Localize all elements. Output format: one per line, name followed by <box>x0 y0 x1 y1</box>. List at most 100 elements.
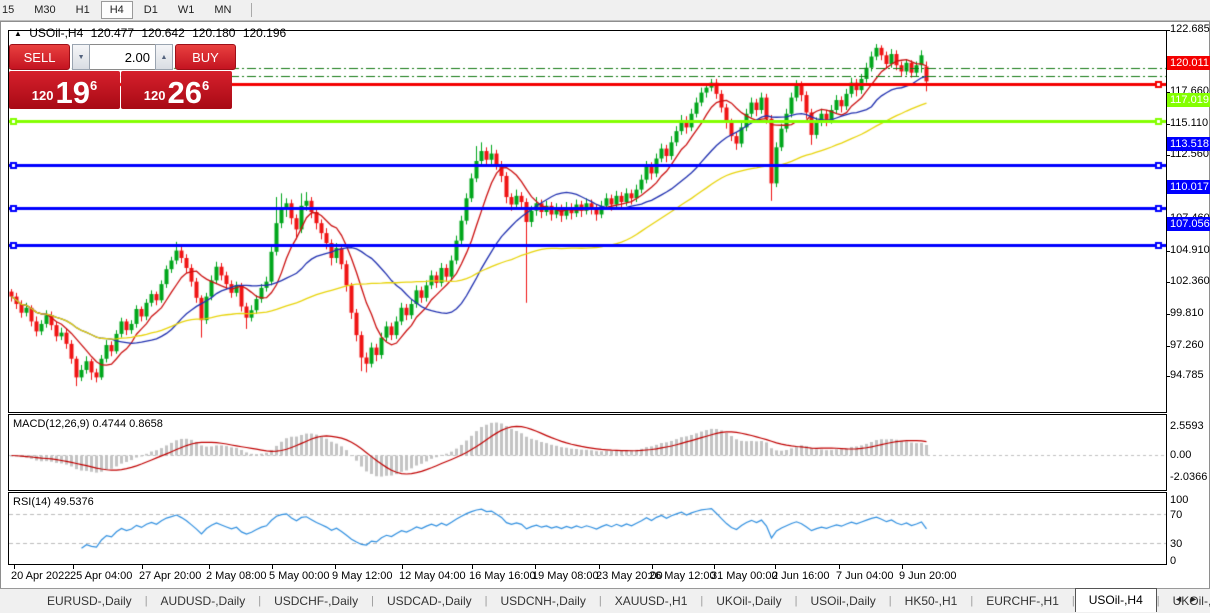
time-axis-label: 9 May 12:00 <box>332 570 393 582</box>
buy-price-box[interactable]: 120 26 6 <box>121 71 232 109</box>
rsi-panel <box>8 492 1167 565</box>
time-axis-label: 26 May 12:00 <box>649 570 716 582</box>
price-line-badge: 107.056 <box>1167 217 1210 231</box>
time-axis-label: 9 Jun 20:00 <box>899 570 957 582</box>
macd-label: MACD(12,26,9) 0.4744 0.8658 <box>13 418 163 430</box>
time-tick <box>652 565 653 569</box>
time-axis-label: 19 May 08:00 <box>532 570 599 582</box>
chart-tab-usdchf-daily[interactable]: USDCHF-,Daily <box>261 591 371 611</box>
volume-increase-button[interactable]: ▲ <box>155 44 173 70</box>
time-axis-label: 16 May 16:00 <box>469 570 536 582</box>
price-line-badge: 120.011 <box>1167 56 1210 70</box>
price-axis: 122.685117.660115.110112.560107.460104.9… <box>1167 21 1210 591</box>
price-axis-label: 99.810 <box>1170 307 1204 319</box>
rsi-axis-label: 100 <box>1170 494 1188 506</box>
price-axis-label: 122.685 <box>1170 23 1210 35</box>
ohlc-open: 120.477 <box>91 26 134 40</box>
chart-tab-usoil-daily[interactable]: USOil-,Daily <box>797 591 888 611</box>
tab-scroll-left-icon[interactable]: ◄ <box>1174 594 1189 604</box>
timeframe-button-h4[interactable]: H4 <box>101 1 133 19</box>
time-tick <box>73 565 74 569</box>
price-axis-label: 102.360 <box>1170 275 1210 287</box>
time-axis-label: 7 Jun 04:00 <box>836 570 894 582</box>
time-tick <box>714 565 715 569</box>
timeframe-button-m30[interactable]: M30 <box>25 1 64 19</box>
buy-button[interactable]: BUY <box>175 44 236 70</box>
time-axis: 20 Apr 202225 Apr 04:00 27 Apr 20:00 2 May… <box>8 566 1167 586</box>
time-tick <box>402 565 403 569</box>
price-axis-label: 104.910 <box>1170 244 1210 256</box>
tab-scroll-right-icon[interactable]: ► <box>1189 594 1204 604</box>
time-tick <box>839 565 840 569</box>
price-axis-label: 115.110 <box>1170 117 1208 129</box>
time-axis-label: 2 May 08:00 <box>206 570 267 582</box>
time-tick <box>472 565 473 569</box>
time-tick <box>599 565 600 569</box>
price-line-badge: 113.518 <box>1167 137 1210 151</box>
macd-axis-label: 0.00 <box>1170 449 1191 461</box>
time-tick <box>535 565 536 569</box>
volume-input[interactable] <box>90 44 155 70</box>
timeframe-toolbar: 15 M30 H1 H4 D1 W1 MN <box>0 0 1210 21</box>
macd-axis-label: -2.0366 <box>1170 471 1207 483</box>
time-axis-label: 27 Apr 20:00 <box>139 570 201 582</box>
time-axis-label: 31 May 00:00 <box>711 570 778 582</box>
time-axis-label: 2 Jun 16:00 <box>772 570 830 582</box>
ohlc-close: 120.196 <box>243 26 286 40</box>
time-tick <box>142 565 143 569</box>
chart-tab-eurusd-daily[interactable]: EURUSD-,Daily <box>34 591 145 611</box>
chart-tabbar: EURUSD-,Daily|AUDUSD-,Daily|USDCHF-,Dail… <box>0 588 1210 613</box>
symbol-period-label: USOil-,H4 <box>29 26 83 40</box>
chart-tab-xauusd-h1[interactable]: XAUUSD-,H1 <box>602 591 701 611</box>
macd-axis-label: 2.5593 <box>1170 420 1204 432</box>
sell-button[interactable]: SELL <box>9 44 70 70</box>
chart-tab-eurchf-h1[interactable]: EURCHF-,H1 <box>973 591 1072 611</box>
collapse-arrow-icon[interactable]: ▲ <box>14 29 22 38</box>
time-axis-label: 25 Apr 04:00 <box>70 570 132 582</box>
time-tick <box>14 565 15 569</box>
sell-price-big: 19 <box>55 79 89 107</box>
rsi-axis-label: 70 <box>1170 509 1182 521</box>
buy-price-sup: 6 <box>202 78 209 93</box>
tab-scroll-arrows: ◄► <box>1174 594 1204 604</box>
chart-title: ▲ USOil-,H4 120.477 120.642 120.180 120.… <box>14 26 290 40</box>
timeframe-button-h1[interactable]: H1 <box>67 1 99 19</box>
sell-price-small: 120 <box>32 88 54 103</box>
chart-tab-hk50-h1[interactable]: HK50-,H1 <box>892 591 971 611</box>
rsi-label: RSI(14) 49.5376 <box>13 496 94 508</box>
macd-canvas[interactable] <box>9 415 1166 490</box>
price-line-badge: 117.019 <box>1167 93 1210 107</box>
timeframe-button-m15[interactable]: 15 <box>0 1 23 19</box>
time-tick <box>209 565 210 569</box>
time-axis-label: 12 May 04:00 <box>399 570 466 582</box>
chart-tab-usoil-h4[interactable]: USOil-,H4 <box>1075 588 1157 612</box>
time-axis-label: 5 May 00:00 <box>269 570 330 582</box>
sell-price-box[interactable]: 120 19 6 <box>9 71 120 109</box>
timeframe-button-d1[interactable]: D1 <box>135 1 167 19</box>
time-tick <box>335 565 336 569</box>
macd-panel <box>8 414 1167 491</box>
one-click-trade-panel: SELL ▼ ▲ BUY 120 19 6 120 26 6 <box>9 44 236 109</box>
chart-tab-usdcad-daily[interactable]: USDCAD-,Daily <box>374 591 485 611</box>
price-line-badge: 110.017 <box>1167 180 1210 194</box>
volume-decrease-button[interactable]: ▼ <box>72 44 90 70</box>
sell-price-sup: 6 <box>90 78 97 93</box>
rsi-axis-label: 0 <box>1170 555 1176 567</box>
time-axis-label: 20 Apr 2022 <box>11 570 70 582</box>
ohlc-low: 120.180 <box>192 26 235 40</box>
time-tick <box>272 565 273 569</box>
buy-price-small: 120 <box>144 88 166 103</box>
timeframe-button-mn[interactable]: MN <box>205 1 240 19</box>
price-axis-label: 94.785 <box>1170 369 1204 381</box>
toolbar-divider <box>251 3 252 17</box>
ohlc-high: 120.642 <box>141 26 184 40</box>
rsi-canvas[interactable] <box>9 493 1166 564</box>
timeframe-button-w1[interactable]: W1 <box>169 1 204 19</box>
chart-tab-usdcnh-daily[interactable]: USDCNH-,Daily <box>488 591 599 611</box>
buy-price-big: 26 <box>167 79 201 107</box>
time-tick <box>902 565 903 569</box>
chart-tab-ukoil-daily[interactable]: UKOil-,Daily <box>703 591 794 611</box>
price-axis-label: 97.260 <box>1170 339 1204 351</box>
chart-tab-audusd-daily[interactable]: AUDUSD-,Daily <box>148 591 259 611</box>
rsi-axis-label: 30 <box>1170 538 1182 550</box>
